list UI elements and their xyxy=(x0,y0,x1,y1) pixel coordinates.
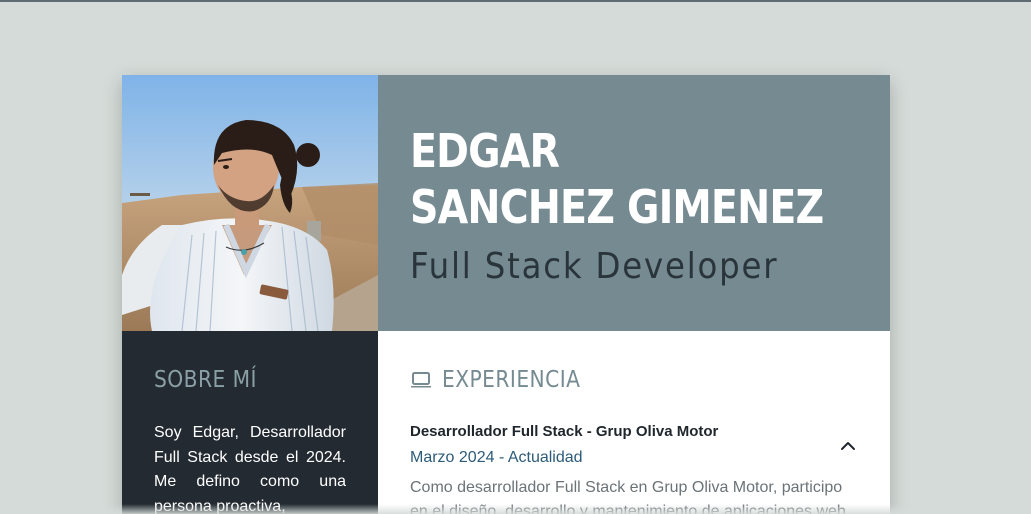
experience-section: EXPERIENCIA Desarrollador Full Stack - G… xyxy=(378,331,890,514)
job-role: Full Stack Developer xyxy=(410,246,779,287)
name-first: EDGAR xyxy=(410,124,560,178)
laptop-icon xyxy=(411,372,431,388)
profile-photo xyxy=(122,75,378,331)
about-text: Soy Edgar, Desarrollador Full Stack desd… xyxy=(154,424,346,514)
sidebar: SOBRE MÍ Soy Edgar, Desarrollador Full S… xyxy=(122,331,378,514)
experience-title: EXPERIENCIA xyxy=(442,367,581,393)
profile-header: EDGAR SANCHEZ GIMENEZ Full Stack Develop… xyxy=(378,75,890,331)
chevron-up-icon[interactable] xyxy=(838,436,858,456)
about-title: SOBRE MÍ xyxy=(154,367,257,393)
job-date: Marzo 2024 - Actualidad xyxy=(410,449,583,466)
job-description: Como desarrollador Full Stack en Grup Ol… xyxy=(410,479,846,514)
top-border xyxy=(0,0,1031,2)
cv-card: EDGAR SANCHEZ GIMENEZ Full Stack Develop… xyxy=(122,75,890,514)
experience-heading: EXPERIENCIA xyxy=(410,367,599,393)
name-last: SANCHEZ GIMENEZ xyxy=(410,180,824,234)
job-title: Desarrollador Full Stack - Grup Oliva Mo… xyxy=(410,423,719,440)
